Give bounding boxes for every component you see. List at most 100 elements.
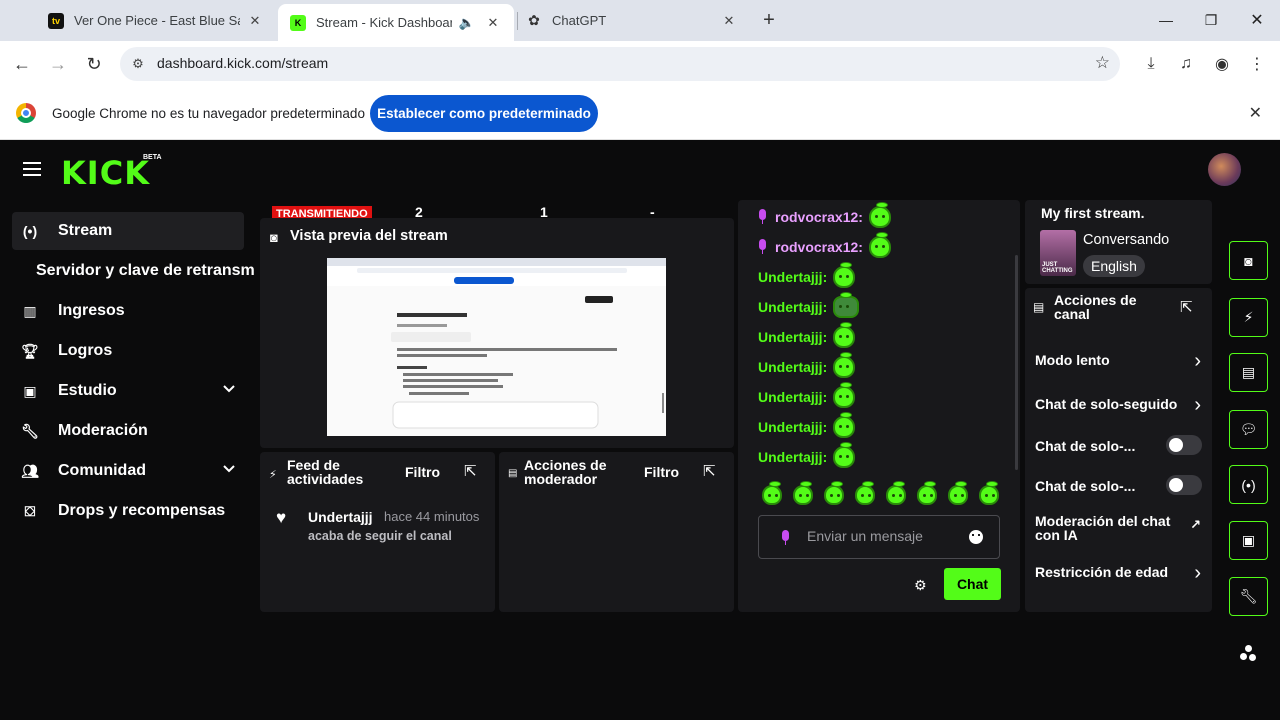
followers-only-row[interactable]: Chat de solo-seguido ›: [1035, 396, 1203, 412]
address-bar[interactable]: ⚙ dashboard.kick.com/stream ☆: [120, 47, 1120, 81]
chat-message: rodvocrax12:: [758, 232, 891, 261]
chat-username[interactable]: Undertajjj:: [758, 329, 827, 345]
tab-kick-dashboard[interactable]: K Stream - Kick Dashboard 🔈 ✕: [278, 4, 514, 41]
chat-username[interactable]: Undertajjj:: [758, 299, 827, 315]
chat-username[interactable]: Undertajjj:: [758, 359, 827, 375]
rail-activity-button[interactable]: ⚡︎: [1229, 298, 1268, 337]
speaker-icon[interactable]: 🔈: [458, 14, 476, 32]
reload-icon[interactable]: ↻: [82, 52, 106, 76]
kick-logo[interactable]: KICK: [61, 154, 150, 192]
sidebar-item-label: Logros: [58, 342, 113, 359]
chat-username[interactable]: rodvocrax12:: [775, 209, 863, 225]
rail-preview-button[interactable]: ◙: [1229, 241, 1268, 280]
back-icon[interactable]: ←: [10, 52, 34, 76]
chat-message: Undertajjj:: [758, 262, 856, 291]
emote-icon[interactable]: [979, 481, 999, 505]
tab-one-piece[interactable]: tv Ver One Piece - East Blue Saga ✕: [36, 4, 276, 37]
activity-username[interactable]: Undertajjj: [308, 509, 373, 525]
emote-icon[interactable]: [855, 481, 875, 505]
activity-filter-button[interactable]: Filtro: [405, 464, 440, 480]
rail-moderation-button[interactable]: 🔧︎: [1229, 577, 1268, 616]
chat-username[interactable]: Undertajjj:: [758, 269, 827, 285]
url-text[interactable]: dashboard.kick.com/stream: [157, 55, 328, 71]
drops-icon: ⛋: [24, 502, 36, 519]
sidebar-item-moderacion[interactable]: 🔧︎ Moderación: [12, 412, 244, 450]
popout-icon[interactable]: ⇱: [703, 462, 716, 480]
sidebar-item-estudio[interactable]: ▣ Estudio: [12, 372, 244, 410]
chat-input-box[interactable]: [758, 515, 1000, 559]
chevron-right-icon: ›: [1194, 562, 1201, 584]
stream-preview-video[interactable]: [327, 258, 666, 436]
rail-broadcast-button[interactable]: (•): [1229, 465, 1268, 504]
popout-icon[interactable]: ⇱: [1180, 298, 1193, 316]
sidebar-item-comunidad[interactable]: 👥︎ Comunidad: [12, 452, 244, 490]
bookmark-star-icon[interactable]: ☆: [1095, 53, 1110, 73]
emote-icon[interactable]: [948, 481, 968, 505]
chat-only-toggle-1[interactable]: [1166, 435, 1202, 455]
slow-mode-row[interactable]: Modo lento ›: [1035, 350, 1203, 372]
chat-scrollbar[interactable]: [1015, 255, 1018, 470]
lightning-icon: ⚡︎: [269, 469, 277, 481]
download-icon[interactable]: ⤓: [1139, 52, 1163, 76]
hamburger-menu-icon[interactable]: [23, 162, 41, 176]
chat-only-toggle-2[interactable]: [1166, 475, 1202, 495]
share-icon[interactable]: [1240, 645, 1256, 661]
chat-username[interactable]: rodvocrax12:: [775, 239, 863, 255]
activity-timestamp: hace 44 minutos: [384, 509, 480, 524]
emote-icon[interactable]: [793, 481, 813, 505]
close-icon[interactable]: ✕: [720, 12, 738, 30]
heart-icon: ♥: [276, 508, 287, 527]
mod-filter-button[interactable]: Filtro: [644, 464, 679, 480]
forward-icon[interactable]: →: [46, 52, 70, 76]
menu-kebab-icon[interactable]: ⋮: [1245, 52, 1269, 76]
rail-notes-button[interactable]: ▤: [1229, 353, 1268, 392]
chat-settings-gear-icon[interactable]: ⚙: [914, 577, 927, 594]
sidebar-item-drops[interactable]: ⛋ Drops y recompensas: [12, 492, 244, 530]
chat-username[interactable]: Undertajjj:: [758, 449, 827, 465]
sidebar-item-logros[interactable]: 🏆︎ Logros: [12, 332, 244, 370]
revenue-chart-icon: ▥: [23, 302, 37, 319]
ai-moderation-row[interactable]: Moderación del chat con IA ↗: [1035, 514, 1203, 542]
profile-icon[interactable]: ◉: [1210, 52, 1234, 76]
tab-title: Ver One Piece - East Blue Saga: [74, 13, 240, 28]
user-avatar[interactable]: [1208, 153, 1241, 186]
chat-username[interactable]: Undertajjj:: [758, 419, 827, 435]
sidebar-item-stream[interactable]: (•) Stream: [12, 212, 244, 250]
new-tab-button[interactable]: +: [758, 9, 780, 31]
popout-icon[interactable]: ⇱: [464, 462, 477, 480]
stream-status-strip: TRANSMITIENDO 2 1 -: [260, 200, 734, 218]
dashboard-sidebar: (•) Stream Servidor y clave de retransm …: [0, 200, 258, 720]
tab-chatgpt[interactable]: ✿ ChatGPT ✕: [514, 4, 750, 37]
minimize-icon[interactable]: —: [1152, 8, 1180, 32]
media-control-icon[interactable]: ♫: [1174, 52, 1198, 76]
action-label: Modo lento: [1035, 352, 1110, 368]
sidebar-item-ingresos[interactable]: ▥ Ingresos: [12, 292, 244, 330]
emoji-picker-icon[interactable]: [969, 530, 983, 544]
close-icon[interactable]: ✕: [484, 14, 502, 32]
emote-icon[interactable]: [824, 481, 844, 505]
infobar-close-icon[interactable]: ✕: [1249, 103, 1262, 123]
chat-send-button[interactable]: Chat: [944, 568, 1001, 600]
emote-icon[interactable]: [917, 481, 937, 505]
chat-username[interactable]: Undertajjj:: [758, 389, 827, 405]
broadcast-icon: (•): [22, 223, 38, 239]
emote-icon[interactable]: [886, 481, 906, 505]
emote-icon[interactable]: [762, 481, 782, 505]
sidebar-item-stream-key[interactable]: Servidor y clave de retransm: [36, 262, 258, 280]
stream-preview-header: ◙ Vista previa del stream: [260, 218, 734, 256]
document-icon: ▤: [1241, 364, 1256, 380]
site-info-icon[interactable]: ⚙: [128, 54, 148, 74]
rail-actions-button[interactable]: ▣: [1229, 521, 1268, 560]
sidebar-item-label: Comunidad: [58, 462, 146, 479]
emote-icon: [833, 262, 856, 288]
close-icon[interactable]: ✕: [246, 12, 264, 30]
stream-category[interactable]: Conversando: [1083, 232, 1169, 248]
window-close-icon[interactable]: ✕: [1243, 8, 1271, 32]
language-badge: English: [1083, 255, 1145, 277]
tv-icon: tv: [48, 12, 64, 29]
chat-message-input[interactable]: [807, 528, 957, 544]
restore-icon[interactable]: ❐: [1197, 8, 1225, 32]
rail-chat-button[interactable]: 💬︎: [1229, 410, 1268, 449]
age-restriction-row[interactable]: Restricción de edad ›: [1035, 562, 1203, 584]
set-default-button[interactable]: Establecer como predeterminado: [370, 95, 598, 132]
